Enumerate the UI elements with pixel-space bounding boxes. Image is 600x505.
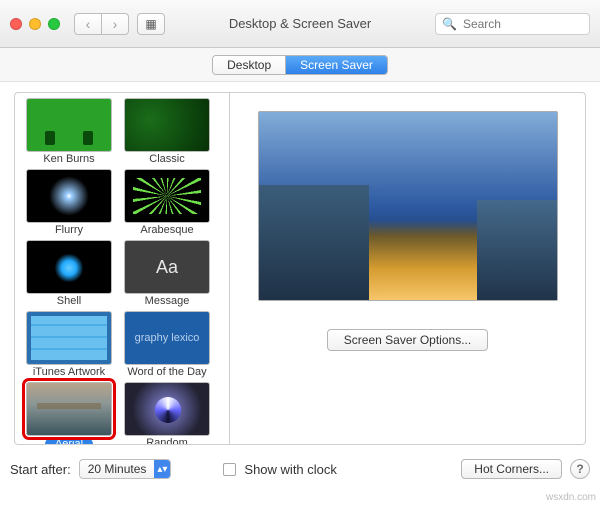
- forward-button[interactable]: ›: [101, 13, 129, 35]
- saver-label: Arabesque: [121, 224, 213, 236]
- saver-thumb-icon: [124, 382, 210, 436]
- titlebar: ‹ › ▦ Desktop & Screen Saver 🔍: [0, 0, 600, 48]
- tab-screen-saver[interactable]: Screen Saver: [285, 56, 387, 74]
- show-with-clock-label: Show with clock: [244, 462, 336, 477]
- saver-thumb-icon: Aa: [124, 240, 210, 294]
- saver-arabesque[interactable]: Arabesque: [121, 169, 213, 236]
- saver-label: Ken Burns: [23, 153, 115, 165]
- content-pane: Ken Burns Classic Flurry Arabesque Shell…: [14, 92, 586, 445]
- saver-thumb-icon: [26, 98, 112, 152]
- preview-art: [259, 185, 369, 300]
- saver-shell[interactable]: Shell: [23, 240, 115, 307]
- saver-flurry[interactable]: Flurry: [23, 169, 115, 236]
- saver-label: Flurry: [23, 224, 115, 236]
- help-button[interactable]: ?: [570, 459, 590, 479]
- saver-message[interactable]: Aa Message: [121, 240, 213, 307]
- screensaver-grid: Ken Burns Classic Flurry Arabesque Shell…: [17, 98, 227, 444]
- nav-buttons: ‹ ›: [74, 13, 129, 35]
- minimize-window-button[interactable]: [29, 18, 41, 30]
- saver-classic[interactable]: Classic: [121, 98, 213, 165]
- saver-thumb-icon: [26, 240, 112, 294]
- chevron-right-icon: ›: [113, 16, 118, 32]
- saver-label: Random: [121, 437, 213, 444]
- start-after-label: Start after:: [10, 462, 71, 477]
- start-after-select[interactable]: 20 Minutes ▴▾: [79, 459, 172, 479]
- search-field[interactable]: 🔍: [435, 13, 590, 35]
- tab-segmented-control: Desktop Screen Saver: [212, 55, 388, 75]
- saver-thumb-icon: graphy lexico: [124, 311, 210, 365]
- screen-saver-options-button[interactable]: Screen Saver Options...: [327, 329, 488, 351]
- show-with-clock-checkbox[interactable]: [223, 463, 236, 476]
- watermark: wsxdn.com: [546, 492, 596, 503]
- screensaver-preview: [258, 111, 558, 301]
- chevron-up-down-icon: ▴▾: [154, 460, 170, 478]
- saver-ken-burns[interactable]: Ken Burns: [23, 98, 115, 165]
- show-all-button[interactable]: ▦: [137, 13, 165, 35]
- close-window-button[interactable]: [10, 18, 22, 30]
- saver-thumb-icon: [26, 169, 112, 223]
- grid-icon: ▦: [145, 17, 156, 31]
- saver-label: Classic: [121, 153, 213, 165]
- hot-corners-button[interactable]: Hot Corners...: [461, 459, 562, 479]
- saver-itunes-artwork[interactable]: iTunes Artwork: [23, 311, 115, 378]
- saver-label: Aerial: [23, 437, 115, 444]
- start-after-value: 20 Minutes: [80, 462, 155, 476]
- saver-word-of-the-day[interactable]: graphy lexico Word of the Day: [121, 311, 213, 378]
- tab-bar: Desktop Screen Saver: [0, 48, 600, 82]
- help-icon: ?: [576, 462, 583, 476]
- back-button[interactable]: ‹: [74, 13, 102, 35]
- screensaver-list[interactable]: Ken Burns Classic Flurry Arabesque Shell…: [15, 93, 230, 444]
- saver-label: iTunes Artwork: [23, 366, 115, 378]
- chevron-left-icon: ‹: [86, 16, 91, 32]
- saver-aerial[interactable]: Aerial: [23, 382, 115, 444]
- preview-art: [477, 200, 557, 300]
- saver-label: Shell: [23, 295, 115, 307]
- zoom-window-button[interactable]: [48, 18, 60, 30]
- preview-pane: Screen Saver Options...: [230, 93, 585, 444]
- saver-thumb-icon: [26, 382, 112, 436]
- saver-label: Message: [121, 295, 213, 307]
- window-controls: [10, 18, 60, 30]
- saver-thumb-icon: [26, 311, 112, 365]
- tab-desktop[interactable]: Desktop: [213, 56, 285, 74]
- footer-bar: Start after: 20 Minutes ▴▾ Show with clo…: [10, 455, 590, 483]
- search-input[interactable]: [461, 16, 583, 32]
- saver-thumb-icon: [124, 98, 210, 152]
- search-icon: 🔍: [442, 17, 457, 31]
- saver-random[interactable]: Random: [121, 382, 213, 444]
- selected-pill: Aerial: [45, 437, 93, 444]
- saver-label: Word of the Day: [121, 366, 213, 378]
- saver-thumb-icon: [124, 169, 210, 223]
- preview-art: [369, 220, 477, 300]
